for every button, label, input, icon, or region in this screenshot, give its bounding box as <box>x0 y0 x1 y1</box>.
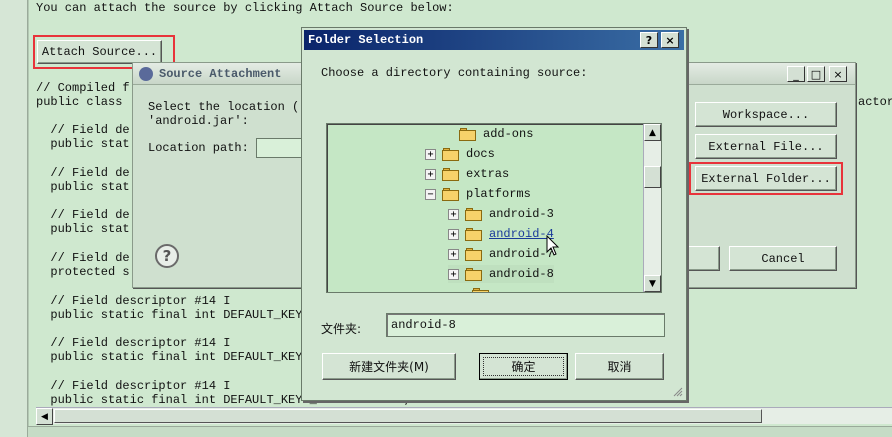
expand-icon[interactable]: + <box>448 208 459 220</box>
folder-tree[interactable]: add-ons + docs + extras − platforms + an… <box>326 123 662 293</box>
source-prompt: Select the location ( <box>148 100 300 114</box>
folder-icon <box>465 267 483 281</box>
code-line: // Field descriptor #14 I <box>36 336 231 350</box>
cancel-button[interactable]: 取消 <box>575 353 664 380</box>
resize-grip-icon[interactable] <box>671 385 683 397</box>
source-prompt-line2: 'android.jar': <box>148 114 249 128</box>
attach-hint-text: You can attach the source by clicking At… <box>36 1 454 15</box>
source-dialog-title: Source Attachment <box>159 67 282 81</box>
tree-item-platforms[interactable]: − platforms <box>425 185 531 203</box>
code-line: // Field de <box>36 166 130 180</box>
location-path-input[interactable] <box>256 138 306 158</box>
close-icon[interactable]: × <box>661 32 679 48</box>
scroll-down-icon[interactable]: ▼ <box>644 275 661 292</box>
code-line: public static final int DEFAULT_KEY <box>36 308 303 322</box>
code-line: // Field descriptor #14 I <box>36 294 231 308</box>
scroll-up-icon[interactable]: ▲ <box>644 124 661 141</box>
scroll-thumb[interactable] <box>644 166 661 188</box>
code-line: // Field de <box>36 251 130 265</box>
tree-item-partial <box>472 285 496 292</box>
expand-icon[interactable]: + <box>448 268 459 280</box>
folder-icon <box>459 127 477 141</box>
close-icon[interactable]: × <box>829 66 847 82</box>
editor-horizontal-scrollbar[interactable]: ◀ <box>36 407 892 425</box>
folder-icon <box>442 167 460 181</box>
code-line: public stat <box>36 180 130 194</box>
folder-icon <box>442 147 460 161</box>
tree-vertical-scrollbar[interactable]: ▲ ▼ <box>643 124 661 292</box>
ok-button-partial[interactable] <box>686 246 720 271</box>
folder-label: 文件夹: <box>321 322 362 336</box>
expand-icon[interactable]: + <box>448 228 459 240</box>
mouse-cursor-icon <box>546 235 560 256</box>
tree-item-android-8[interactable]: + android-8 <box>448 265 554 283</box>
collapse-icon[interactable]: − <box>425 188 436 200</box>
help-icon[interactable]: ? <box>155 244 179 268</box>
scroll-left-icon[interactable]: ◀ <box>36 408 53 425</box>
editor-gutter <box>0 0 28 437</box>
folder-icon <box>472 287 490 292</box>
code-line: public stat <box>36 222 130 236</box>
scroll-thumb[interactable] <box>54 409 762 423</box>
folder-dialog-title: Folder Selection <box>308 33 424 47</box>
help-icon[interactable]: ? <box>640 32 658 48</box>
expand-icon[interactable]: + <box>448 248 459 260</box>
expand-icon[interactable]: + <box>425 168 436 180</box>
code-fragment: actor <box>858 95 892 109</box>
code-line: public static final int DEFAULT_KEY <box>36 350 303 364</box>
folder-icon <box>465 227 483 241</box>
folder-open-icon <box>442 187 460 201</box>
code-line: public stat <box>36 137 130 151</box>
external-file-button[interactable]: External File... <box>695 134 837 159</box>
tree-item-extras[interactable]: + extras <box>425 165 509 183</box>
tree-item-android-4[interactable]: + android-4 <box>448 225 554 243</box>
folder-name-input[interactable]: android-8 <box>386 313 665 337</box>
maximize-icon[interactable]: □ <box>807 66 825 82</box>
folder-instruction: Choose a directory containing source: <box>321 66 588 80</box>
editor-bottom-border <box>28 426 892 437</box>
new-folder-button[interactable]: 新建文件夹(M) <box>322 353 456 380</box>
code-line: // Field de <box>36 123 130 137</box>
folder-dialog-titlebar: Folder Selection ? × <box>304 30 684 50</box>
tree-item-add-ons[interactable]: add-ons <box>442 125 533 143</box>
folder-icon <box>465 247 483 261</box>
external-folder-highlight <box>689 162 843 195</box>
code-line: protected s <box>36 265 130 279</box>
tree-item-android-7[interactable]: + android-7 <box>448 245 554 263</box>
code-line: // Field de <box>36 208 130 222</box>
minimize-icon[interactable]: _ <box>787 66 805 82</box>
location-path-label: Location path: <box>148 141 249 155</box>
tree-item-android-3[interactable]: + android-3 <box>448 205 554 223</box>
code-line: // Field descriptor #14 I <box>36 379 231 393</box>
expand-icon[interactable]: + <box>425 148 436 160</box>
folder-selection-dialog: Folder Selection ? × Choose a directory … <box>301 27 687 401</box>
folder-icon <box>465 207 483 221</box>
code-line: // Compiled f <box>36 81 130 95</box>
workspace-button[interactable]: Workspace... <box>695 102 837 127</box>
code-line: public class <box>36 95 123 109</box>
cancel-button[interactable]: Cancel <box>729 246 837 271</box>
ok-button[interactable]: 确定 <box>479 353 568 380</box>
tree-item-docs[interactable]: + docs <box>425 145 495 163</box>
eclipse-icon <box>139 67 153 81</box>
